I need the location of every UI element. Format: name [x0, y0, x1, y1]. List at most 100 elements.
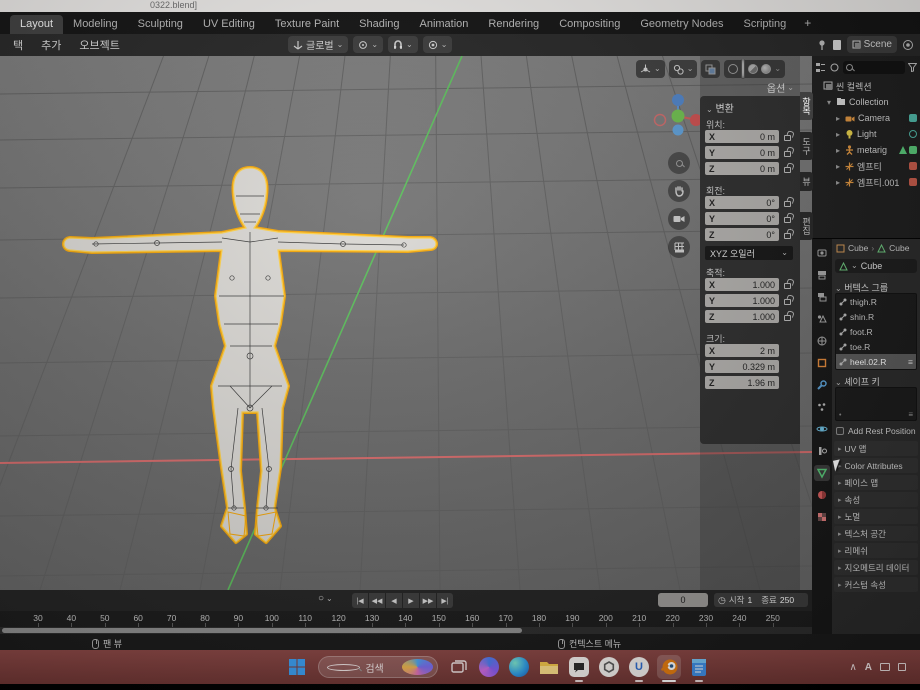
auto-key-toggle[interactable]: ○ ⌄ [318, 593, 333, 604]
start-button[interactable] [285, 655, 309, 679]
start-value[interactable]: 1 [748, 595, 753, 605]
system-tray[interactable]: ∧ A [849, 662, 920, 673]
edge-button[interactable] [507, 655, 531, 679]
play-button[interactable]: ▶ [403, 593, 419, 608]
vertex-group-foot.R[interactable]: foot.R [836, 324, 916, 339]
outliner-item-엠프티.001[interactable]: ▸엠프티.001 [812, 174, 920, 190]
workspace-tab-shading[interactable]: Shading [349, 15, 409, 34]
end-value[interactable]: 250 [780, 595, 794, 605]
outliner-scene-collection[interactable]: 씬 컬렉션 [812, 78, 920, 94]
timeline-ruler[interactable]: 3040506070809010011012013014015016017018… [0, 611, 812, 627]
chatgpt-button[interactable] [597, 655, 621, 679]
taskbar-search[interactable]: 검색 [318, 656, 438, 678]
rotation-x-field[interactable]: X0° [705, 196, 779, 209]
workspace-tab-sculpting[interactable]: Sculpting [128, 15, 193, 34]
rotation-y-field[interactable]: Y0° [705, 212, 779, 225]
outliner-item-metarig[interactable]: ▸metarig [812, 142, 920, 158]
filter-funnel-icon[interactable] [908, 63, 917, 72]
3d-viewport[interactable]: ⌄ ⌄ ⌄ [0, 56, 812, 590]
notepad-button[interactable] [687, 655, 711, 679]
jump-to-start-button[interactable]: |◀ [352, 593, 368, 608]
world-properties-tab[interactable] [814, 333, 830, 349]
zoom-button[interactable] [668, 152, 690, 174]
location-x-field[interactable]: X0 m [705, 130, 779, 143]
prev-keyframe-button[interactable]: ◀◀ [369, 593, 385, 608]
vertex-group-thigh.R[interactable]: thigh.R [836, 294, 916, 309]
workspace-tab-texture-paint[interactable]: Texture Paint [265, 15, 349, 34]
workspace-tab-animation[interactable]: Animation [410, 15, 479, 34]
material-properties-tab[interactable] [814, 487, 830, 503]
add-workspace-button[interactable]: + [796, 14, 819, 34]
copilot-app-button[interactable] [477, 655, 501, 679]
dimensions-x-field[interactable]: X2 m [705, 344, 779, 357]
menu-추가[interactable]: 추가 [32, 37, 70, 53]
next-keyframe-button[interactable]: ▶▶ [420, 593, 436, 608]
mesh-name-field[interactable]: ⌄ Cube [835, 259, 917, 273]
pivot-point-dropdown[interactable]: ⌄ [353, 36, 383, 53]
proportional-edit-dropdown[interactable]: ⌄ [423, 36, 453, 53]
transform-panel-header[interactable]: ⌄ 변환 [706, 100, 734, 115]
scale-z-field[interactable]: Z1.000 [705, 310, 779, 323]
workspace-tab-compositing[interactable]: Compositing [549, 15, 630, 34]
jump-to-end-button[interactable]: ▶| [437, 593, 453, 608]
gizmo-dropdown[interactable]: ⌄ [636, 60, 665, 78]
character-mesh[interactable] [64, 168, 436, 542]
dimensions-y-field[interactable]: Y0.329 m [705, 360, 779, 373]
constraints-properties-tab[interactable] [814, 443, 830, 459]
add-rest-position-row[interactable]: Add Rest Position [836, 426, 916, 436]
menu-오브젝트[interactable]: 오브젝트 [70, 37, 128, 53]
section-페이스-맵[interactable]: ▸페이스 맵 [834, 475, 918, 490]
dimensions-z-field[interactable]: Z1.96 m [705, 376, 779, 389]
rotation-z-field[interactable]: Z0° [705, 228, 779, 241]
section-텍스처-공간[interactable]: ▸텍스처 공간 [834, 526, 918, 541]
workspace-tab-modeling[interactable]: Modeling [63, 15, 128, 34]
scale-y-field[interactable]: Y1.000 [705, 294, 779, 307]
play-reverse-button[interactable]: ◀ [386, 593, 402, 608]
pin-icon[interactable] [817, 39, 827, 51]
workspace-tab-geometry-nodes[interactable]: Geometry Nodes [630, 15, 733, 34]
lock-icon[interactable] [784, 135, 791, 141]
hidden-icons-chevron[interactable]: ∧ [849, 662, 856, 673]
outliner-item-Camera[interactable]: ▸Camera [812, 110, 920, 126]
view-layer-icon[interactable] [902, 39, 914, 51]
render-properties-tab[interactable] [814, 245, 830, 261]
menu-택[interactable]: 택 [4, 37, 32, 53]
u-app-button[interactable]: U [627, 655, 651, 679]
n-panel-tab-항목[interactable]: 항목 [800, 92, 813, 120]
n-panel-tab-도구[interactable]: 도구 [800, 132, 813, 160]
vertex-group-toe.R[interactable]: toe.R [836, 339, 916, 354]
n-panel-tab-편집[interactable]: 편집 [800, 212, 813, 240]
lock-icon[interactable] [784, 167, 791, 173]
rotation-mode-dropdown[interactable]: XYZ 오일러 ⌄ [705, 246, 793, 260]
page-icon[interactable] [832, 39, 842, 51]
ime-indicator[interactable]: A [865, 662, 872, 673]
section-Color-Attributes[interactable]: ▸Color Attributes [834, 458, 918, 473]
workspace-tab-layout[interactable]: Layout [10, 15, 63, 34]
vertex-group-shin.R[interactable]: shin.R [836, 309, 916, 324]
section-리메쉬[interactable]: ▸리메쉬 [834, 543, 918, 558]
location-z-field[interactable]: Z0 m [705, 162, 779, 175]
workspace-tab-rendering[interactable]: Rendering [478, 15, 549, 34]
vertex-group-heel.02.R[interactable]: heel.02.R≡ [836, 354, 916, 369]
section-속성[interactable]: ▸속성 [834, 492, 918, 507]
checkbox-icon[interactable] [836, 427, 844, 435]
outliner-item-Light[interactable]: ▸Light [812, 126, 920, 142]
output-properties-tab[interactable] [814, 267, 830, 283]
physics-properties-tab[interactable] [814, 421, 830, 437]
current-frame-field[interactable]: 0 [658, 593, 708, 607]
data-properties-tab[interactable] [814, 465, 830, 481]
frame-range-fields[interactable]: ◷ 시작 1 종료 250 [714, 593, 808, 607]
snap-dropdown[interactable]: ⌄ [388, 36, 418, 53]
workspace-tab-scripting[interactable]: Scripting [733, 15, 796, 34]
particles-properties-tab[interactable] [814, 399, 830, 415]
lock-icon[interactable] [784, 299, 791, 305]
axis-navigation-gizmo[interactable] [648, 86, 708, 146]
scene-selector[interactable]: Scene [847, 36, 897, 53]
outliner-search-input[interactable] [843, 61, 905, 74]
task-view-button[interactable] [447, 655, 471, 679]
pan-button[interactable] [668, 180, 690, 202]
section-지오메트리-데이터[interactable]: ▸지오메트리 데이터 [834, 560, 918, 575]
object-properties-tab[interactable] [814, 355, 830, 371]
section-노멀[interactable]: ▸노멀 [834, 509, 918, 524]
section-UV-맵[interactable]: ▸UV 맵 [834, 441, 918, 456]
